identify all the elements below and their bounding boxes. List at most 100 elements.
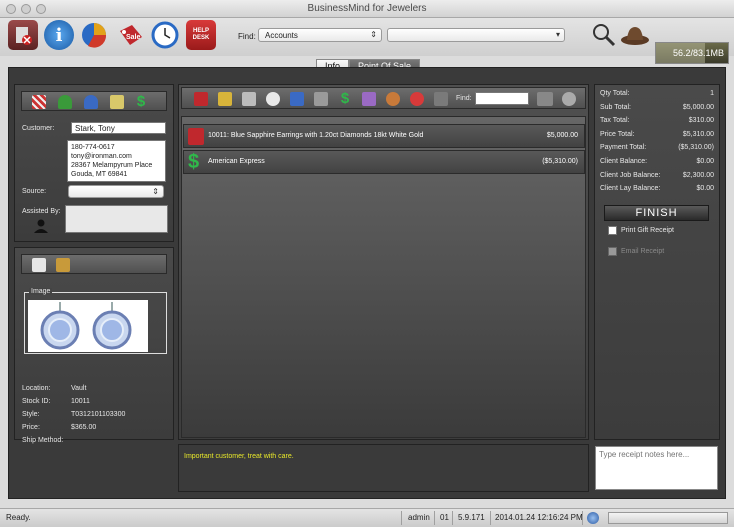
summary-row-value: $2,300.00 — [682, 171, 714, 179]
help-desk-icon[interactable]: HELP DESK — [186, 20, 216, 50]
cookie-icon[interactable] — [386, 92, 400, 106]
customer-name-field[interactable]: Stark, Tony — [71, 122, 166, 134]
assisted-by-label: Assisted By: — [22, 208, 61, 215]
customer-note-box[interactable]: Important customer, treat with care. — [178, 444, 589, 492]
first-aid-icon[interactable] — [266, 92, 280, 106]
summary-row-label: Payment Total: — [600, 144, 647, 152]
sale-tag-icon[interactable]: Sale — [115, 20, 145, 50]
toggle-icon[interactable] — [537, 92, 553, 106]
clock-icon[interactable] — [150, 20, 180, 50]
customer-address-line1: 28367 Melampyrum Place — [71, 162, 153, 169]
payment-line-amount: ($5,310.00) — [542, 158, 578, 165]
summary-row-label: Price Total: — [600, 130, 635, 138]
stock-id-value: 10011 — [71, 398, 90, 405]
image-group: Image — [24, 288, 167, 354]
source-select[interactable]: ⇕ — [68, 185, 164, 198]
customer-label: Customer: — [22, 125, 55, 132]
memory-meter: 56.2/83.1MB — [655, 42, 729, 64]
stock-id-label: Stock ID: — [22, 398, 51, 405]
dollar-icon[interactable]: $ — [338, 90, 352, 107]
summary-row-value: $5,000.00 — [682, 103, 714, 111]
scissors-icon[interactable] — [314, 92, 328, 106]
price-label: Price: — [22, 424, 40, 431]
person-icon[interactable] — [84, 95, 98, 109]
customer-contact-box[interactable]: 180-774-0617 tony@ironman.com 28367 Mela… — [67, 140, 166, 182]
dollar-icon[interactable]: $ — [134, 93, 148, 110]
summary-row: Client Job Balance: $2,300.00 — [600, 172, 714, 179]
customer-address-line2: Gouda, MT 69841 — [71, 171, 128, 178]
customer-phone: 180-774-0617 — [71, 144, 115, 151]
print-gift-receipt-checkbox[interactable] — [608, 226, 617, 235]
ship-method-label: Ship Method: — [22, 437, 64, 444]
email-receipt-checkbox[interactable] — [608, 247, 617, 256]
status-divider — [434, 511, 435, 525]
sale-line-item[interactable]: 10011: Blue Sapphire Earrings with 1.20c… — [183, 124, 585, 148]
settings-icon[interactable] — [434, 92, 448, 106]
payment-line-item[interactable]: $ American Express ($5,310.00) — [183, 150, 585, 174]
item-panel: Image Location: Vault Stock ID: 10011 St… — [14, 247, 174, 444]
status-datetime: 2014.01.24 12:16:24 PM — [495, 513, 583, 522]
main-toolbar: i Sale HELP DESK Find: Accounts ⇕ ▾ 56.2/… — [0, 18, 734, 64]
assisted-by-field[interactable] — [65, 205, 168, 233]
chevron-down-icon: ▾ — [555, 30, 560, 39]
salesperson-icon — [33, 219, 49, 233]
location-label: Location: — [22, 385, 51, 392]
customer-email: tony@ironman.com — [71, 153, 132, 160]
pie-chart-icon[interactable] — [79, 20, 109, 50]
repair-icon[interactable] — [218, 92, 232, 106]
price-value: $365.00 — [71, 424, 97, 431]
summary-row-label: Sub Total: — [600, 103, 632, 111]
style-label: Style: — [22, 411, 40, 418]
status-user: admin — [408, 513, 430, 522]
lock-icon[interactable] — [290, 92, 304, 106]
item-lookup-icon[interactable] — [56, 258, 70, 272]
close-document-icon[interactable] — [8, 20, 38, 50]
summary-row-label: Client Lay Balance: — [600, 185, 661, 193]
summary-row: Client Balance: $0.00 — [600, 158, 714, 165]
summary-row-label: Qty Total: — [600, 90, 630, 97]
find-category-select[interactable]: Accounts ⇕ — [258, 28, 382, 42]
finish-button[interactable]: FINISH — [604, 205, 709, 221]
summary-row-value: $5,310.00 — [682, 130, 714, 138]
detective-hat-icon[interactable] — [620, 20, 650, 50]
sale-line-amount: $5,000.00 — [546, 132, 578, 139]
tools-icon[interactable] — [242, 92, 256, 106]
info-icon[interactable]: i — [44, 20, 74, 50]
summary-row-label: Client Balance: — [600, 158, 648, 165]
magnifier-icon[interactable] — [589, 20, 619, 50]
summary-row-label: Client Job Balance: — [600, 171, 661, 179]
sale-line-text: 10011: Blue Sapphire Earrings with 1.20c… — [208, 132, 424, 139]
left-right-arrows-icon[interactable] — [562, 92, 576, 106]
svg-text:Sale: Sale — [126, 34, 141, 41]
updown-arrow-icon: ⇕ — [152, 187, 159, 196]
find-value-select[interactable]: ▾ — [387, 28, 565, 42]
status-divider — [490, 511, 491, 525]
gift-icon[interactable] — [362, 92, 376, 106]
summary-row-value: $310.00 — [688, 117, 714, 125]
summary-row: Payment Total: ($5,310.00) — [600, 144, 714, 151]
summary-row-value: $0.00 — [696, 158, 714, 165]
dollar-icon: $ — [188, 151, 200, 173]
summary-row: Price Total: $5,310.00 — [600, 131, 714, 138]
stop-icon[interactable] — [410, 92, 424, 106]
print-gift-receipt-label: Print Gift Receipt — [621, 227, 674, 234]
source-label: Source: — [22, 188, 47, 195]
earrings-image — [28, 300, 148, 352]
summary-row-value: 1 — [710, 90, 714, 97]
customer-panel: $ Customer: Stark, Tony 180-774-0617 ton… — [14, 84, 174, 242]
status-divider — [401, 511, 402, 525]
pos-find-label: Find: — [456, 95, 472, 102]
pencil-icon[interactable] — [32, 95, 46, 109]
summary-row: Tax Total: $310.00 — [600, 117, 714, 124]
person-add-icon[interactable] — [58, 95, 72, 109]
status-store: 01 — [440, 513, 449, 522]
globe-icon[interactable] — [587, 512, 599, 524]
status-bar: Ready. admin 01 5.9.171 2014.01.24 12:16… — [0, 508, 734, 527]
receipt-notes-input[interactable] — [595, 446, 718, 490]
pos-toolbar: $ Find: — [181, 87, 586, 109]
status-text: Ready. — [6, 513, 31, 522]
edit-document-icon[interactable] — [32, 258, 46, 272]
notes-icon[interactable] — [110, 95, 124, 109]
shopping-bag-icon[interactable] — [194, 92, 208, 106]
pos-find-input[interactable] — [475, 92, 529, 105]
